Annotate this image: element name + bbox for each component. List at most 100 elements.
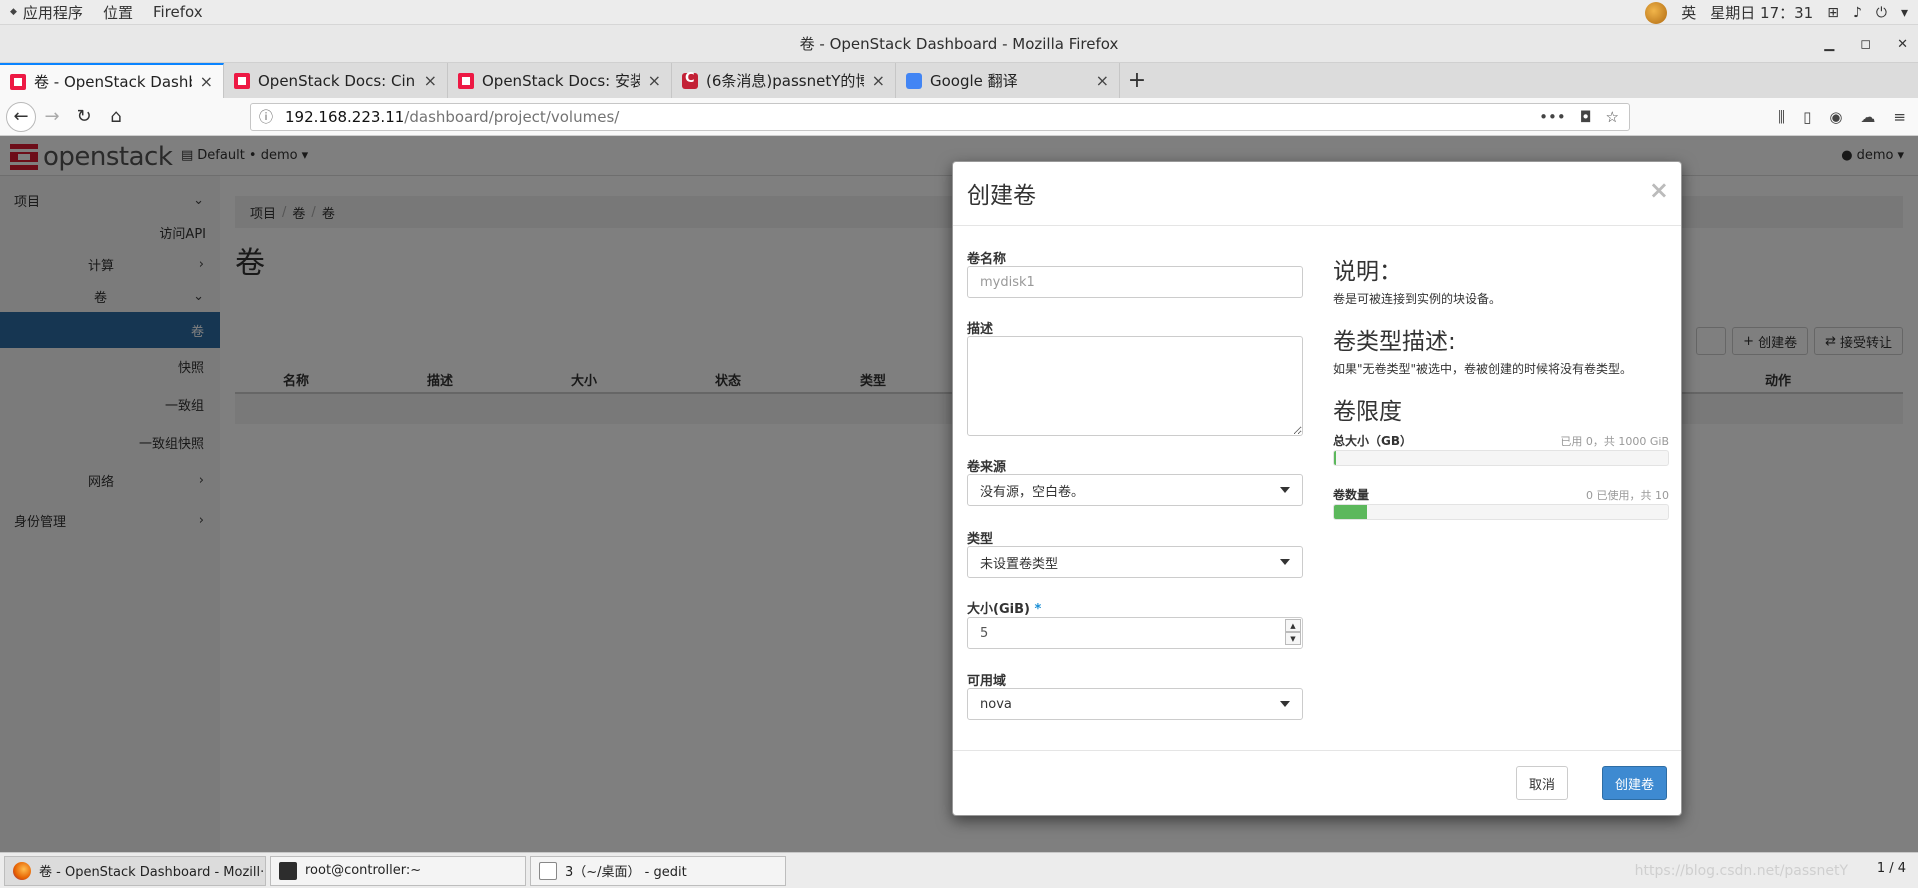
places-menu[interactable]: 位置 — [93, 0, 143, 25]
tab-install-docs[interactable]: OpenStack Docs: 安装并配 × — [448, 63, 672, 98]
input-method-indicator[interactable]: 英 — [1681, 2, 1696, 23]
help-type-heading: 卷类型描述: — [1333, 329, 1456, 355]
firefox-icon — [13, 861, 31, 880]
quota-count-label: 卷数量 — [1333, 488, 1370, 502]
caret-down-icon — [1280, 487, 1290, 493]
size-stepper: ▲ ▼ — [1285, 619, 1301, 645]
network-icon[interactable]: ⊞ — [1827, 5, 1839, 21]
system-menu-chevron-icon[interactable]: ▾ — [1901, 5, 1908, 21]
quota-total-size-label: 总大小（GB） — [1333, 434, 1412, 448]
watermark: https://blog.csdn.net/passnetY — [1634, 863, 1848, 879]
tab-close-icon[interactable]: × — [1096, 71, 1109, 90]
submit-create-volume-button[interactable]: 创建卷 — [1601, 766, 1667, 800]
url-path: /dashboard/project/volumes/ — [404, 108, 620, 126]
description-label: 描述 — [967, 322, 994, 337]
pocket-icon[interactable]: ◘ — [1580, 108, 1592, 126]
quota-total-size-fill — [1334, 451, 1336, 465]
taskbar: 卷 - OpenStack Dashboard - Mozill··· root… — [0, 852, 1918, 888]
quota-count-bar — [1333, 504, 1669, 520]
taskbar-item-gedit[interactable]: 3（~/桌面） - gedit — [530, 855, 786, 886]
bookmark-star-icon[interactable]: ☆ — [1606, 108, 1619, 126]
create-volume-dialog: 创建卷 × 卷名称 描述 卷来源 没有源，空白卷。 类型 未设置卷类型 大小(G… — [952, 161, 1682, 816]
tab-google-translate[interactable]: Google 翻译 × — [896, 63, 1120, 98]
volume-type-label: 类型 — [967, 532, 994, 547]
help-limits-heading: 卷限度 — [1333, 399, 1402, 425]
window-title: 卷 - OpenStack Dashboard - Mozilla Firefo… — [799, 35, 1119, 53]
minimize-icon[interactable]: ▁ — [1824, 37, 1834, 52]
volume-source-label: 卷来源 — [967, 460, 1007, 475]
caret-down-icon — [1280, 701, 1290, 707]
power-icon[interactable]: ⏻ — [1876, 5, 1887, 21]
gedit-icon — [539, 861, 557, 880]
volume-source-select[interactable]: 没有源，空白卷。 — [967, 474, 1303, 506]
openstack-icon — [10, 73, 26, 90]
csdn-icon — [682, 71, 698, 89]
help-panel: 说明： 卷是可被连接到实例的块设备。 卷类型描述: 如果"无卷类型"被选中，卷被… — [1333, 162, 1669, 750]
volume-type-select[interactable]: 未设置卷类型 — [967, 546, 1303, 578]
taskbar-item-firefox[interactable]: 卷 - OpenStack Dashboard - Mozill··· — [4, 855, 266, 886]
google-translate-icon — [906, 72, 922, 89]
clock[interactable]: 星期日 17：31 — [1710, 2, 1813, 23]
user-avatar-icon[interactable] — [1645, 1, 1668, 24]
maximize-icon[interactable]: ◻ — [1860, 37, 1871, 52]
taskbar-item-terminal[interactable]: root@controller:~ — [270, 855, 526, 886]
tab-close-icon[interactable]: × — [200, 72, 213, 91]
url-bar[interactable]: ⓘ 192.168.223.11 /dashboard/project/volu… — [250, 103, 1630, 131]
stepper-down-icon[interactable]: ▼ — [1285, 632, 1301, 645]
cancel-button[interactable]: 取消 — [1515, 766, 1568, 800]
availability-zone-label: 可用域 — [967, 674, 1007, 689]
arrow-right-icon: → — [44, 106, 60, 127]
page-actions-icon[interactable]: ••• — [1539, 108, 1566, 126]
new-tab-button[interactable]: + — [1120, 63, 1154, 98]
hamburger-menu-icon[interactable]: ≡ — [1893, 108, 1906, 126]
apps-arrow-icon: ◆ — [10, 7, 17, 17]
back-button[interactable]: ← — [6, 101, 36, 132]
openstack-icon — [458, 72, 474, 89]
url-host: 192.168.223.11 — [285, 108, 405, 126]
required-marker: * — [1034, 602, 1042, 617]
modal-title: 创建卷 — [967, 183, 1036, 209]
navigation-toolbar: ← → ↻ ⌂ ⓘ 192.168.223.11 /dashboard/proj… — [0, 98, 1918, 136]
reload-button[interactable]: ↻ — [68, 101, 100, 133]
sync-icon[interactable]: ☁ — [1860, 108, 1875, 126]
quota-total-size-meta: 已用 0，共 1000 GiB — [1560, 435, 1669, 448]
close-window-icon[interactable]: ✕ — [1897, 37, 1908, 52]
quota-count-meta: 0 已使用，共 10 — [1586, 489, 1669, 502]
reload-icon: ↻ — [76, 106, 92, 127]
help-description-text: 卷是可被连接到实例的块设备。 — [1333, 292, 1502, 306]
window-titlebar: 卷 - OpenStack Dashboard - Mozilla Firefo… — [0, 25, 1918, 63]
home-button[interactable]: ⌂ — [100, 101, 132, 133]
terminal-icon — [279, 861, 297, 880]
tab-close-icon[interactable]: × — [648, 71, 661, 90]
library-icon[interactable]: ⫼ — [1778, 108, 1785, 126]
stepper-up-icon[interactable]: ▲ — [1285, 619, 1301, 632]
volume-icon[interactable]: ♪ — [1853, 5, 1862, 21]
description-textarea[interactable] — [967, 336, 1303, 436]
volume-name-label: 卷名称 — [967, 252, 1007, 267]
arrow-left-icon: ← — [13, 106, 29, 127]
caret-down-icon — [1280, 559, 1290, 565]
quota-count-fill — [1334, 505, 1368, 519]
modal-footer: 取消 创建卷 — [953, 750, 1681, 816]
volume-name-input[interactable] — [967, 266, 1303, 298]
forward-button[interactable]: → — [36, 101, 68, 133]
tab-close-icon[interactable]: × — [424, 71, 437, 90]
size-field: ▲ ▼ — [967, 617, 1303, 649]
tab-csdn-blog[interactable]: (6条消息)passnetY的博客 × — [672, 63, 896, 98]
home-icon: ⌂ — [110, 106, 122, 127]
tab-volumes[interactable]: 卷 - OpenStack Dashboard × — [0, 63, 224, 98]
account-icon[interactable]: ◉ — [1829, 108, 1842, 126]
openstack-icon — [234, 72, 250, 89]
availability-zone-select[interactable]: nova — [967, 688, 1303, 720]
sidebar-toggle-icon[interactable]: ▯ — [1803, 108, 1811, 126]
applications-menu[interactable]: ◆ 应用程序 — [0, 0, 93, 25]
tab-close-icon[interactable]: × — [872, 71, 885, 90]
tab-cinder-docs[interactable]: OpenStack Docs: Cinder i × — [224, 63, 448, 98]
tab-bar: 卷 - OpenStack Dashboard × OpenStack Docs… — [0, 63, 1918, 98]
gnome-top-bar: ◆ 应用程序 位置 Firefox 英 星期日 17：31 ⊞ ♪ ⏻ ▾ — [0, 0, 1918, 25]
workspace-pager[interactable]: 1 / 4 — [1877, 861, 1906, 876]
firefox-app-menu[interactable]: Firefox — [143, 0, 213, 25]
info-icon[interactable]: ⓘ — [259, 107, 273, 127]
help-type-text: 如果"无卷类型"被选中，卷被创建的时候将没有卷类型。 — [1333, 362, 1633, 376]
size-input[interactable] — [967, 617, 1303, 649]
